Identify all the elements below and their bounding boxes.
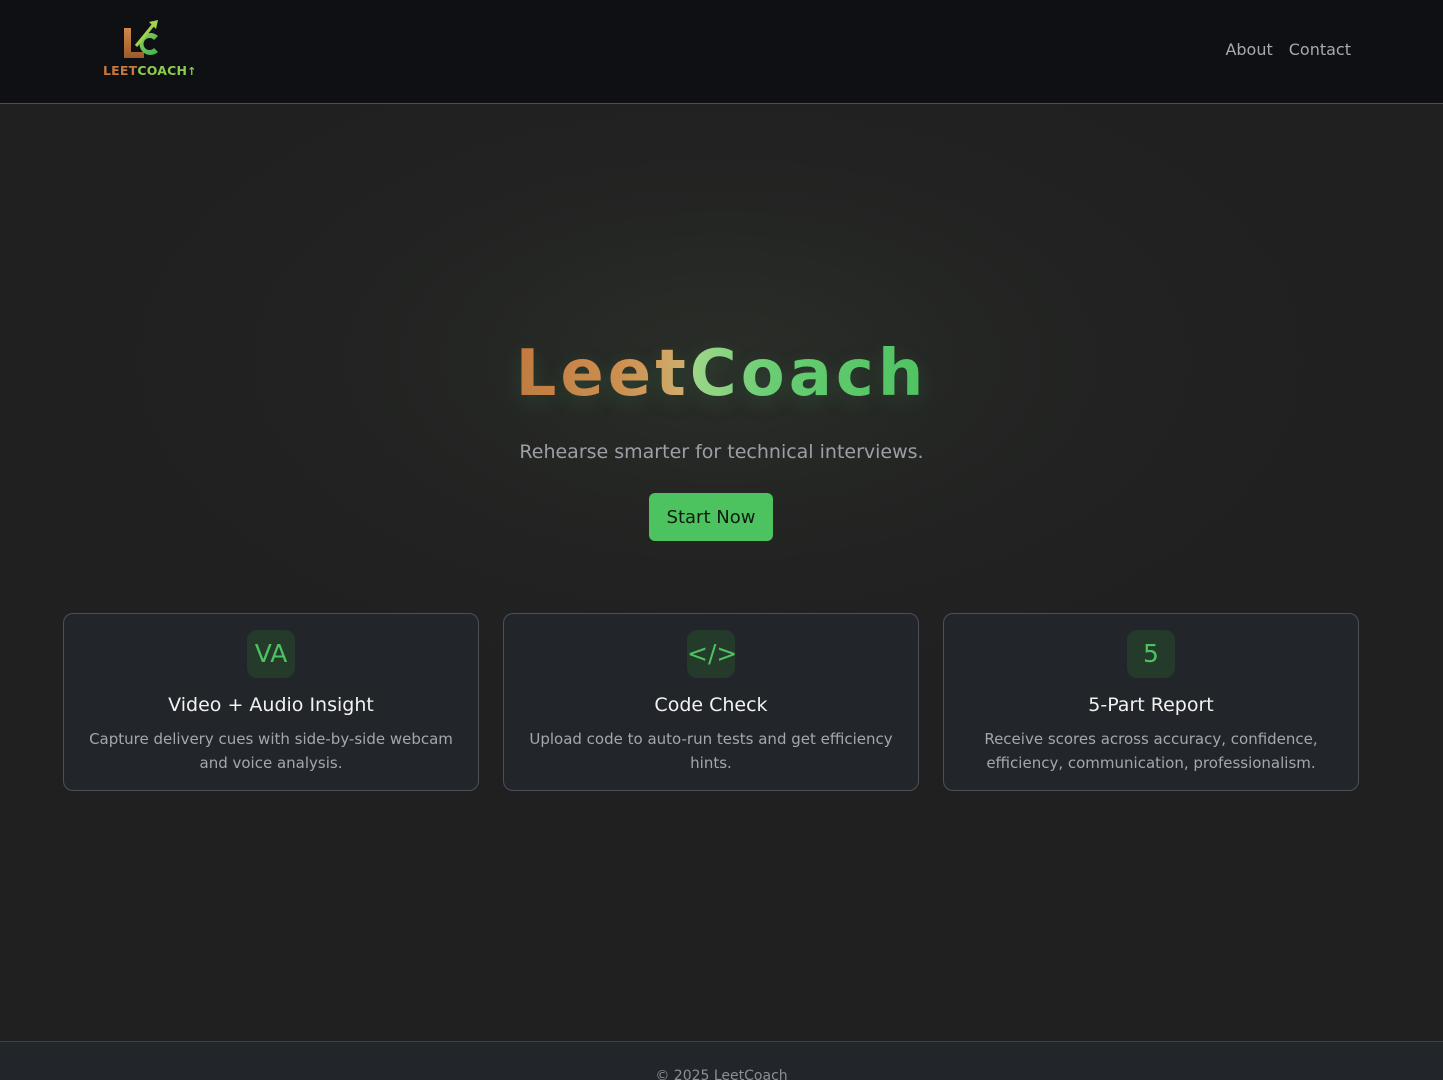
feature-title: 5-Part Report [1088, 694, 1214, 716]
feature-title: Video + Audio Insight [168, 694, 374, 716]
feature-description: Receive scores across accuracy, confiden… [984, 730, 1318, 772]
page: LEETCOACH↑ About Contact LeetCoach Rehea… [0, 0, 1443, 1080]
page-footer: © 2025 LeetCoach [0, 1041, 1443, 1080]
feature-badge-va: VA [247, 630, 295, 678]
feature-badge-five: 5 [1127, 630, 1175, 678]
feature-title: Code Check [654, 694, 768, 716]
feature-description: Capture delivery cues with side-by-side … [89, 730, 453, 772]
feature-card-code-check: </> Code Check Upload code to auto-run t… [503, 613, 919, 791]
logo-arrow-icon: ↑ [187, 65, 197, 78]
logo-wordmark: LEETCOACH↑ [103, 63, 197, 78]
main-nav: About Contact [1225, 40, 1351, 59]
top-navigation-bar: LEETCOACH↑ About Contact [0, 0, 1443, 104]
hero-subtitle: Rehearse smarter for technical interview… [519, 441, 924, 463]
feature-card-video-audio: VA Video + Audio Insight Capture deliver… [63, 613, 479, 791]
logo-wordmark-leet: LEET [103, 63, 138, 78]
feature-description: Upload code to auto-run tests and get ef… [529, 730, 893, 772]
start-now-button[interactable]: Start Now [649, 493, 773, 541]
nav-link-about[interactable]: About [1225, 40, 1272, 59]
feature-card-report: 5 5-Part Report Receive scores across ac… [943, 613, 1359, 791]
footer-copyright: © 2025 LeetCoach [655, 1068, 788, 1080]
logo-wordmark-coach: COACH [137, 63, 188, 78]
nav-link-contact[interactable]: Contact [1289, 40, 1351, 59]
hero-title-leet: Leet [515, 337, 690, 411]
feature-badge-code-icon: </> [687, 630, 737, 678]
hero-title: LeetCoach [0, 334, 1443, 414]
hero-title-coach: Coach [689, 337, 928, 411]
site-logo[interactable]: LEETCOACH↑ [100, 18, 196, 82]
lc-logo-icon [124, 20, 158, 58]
